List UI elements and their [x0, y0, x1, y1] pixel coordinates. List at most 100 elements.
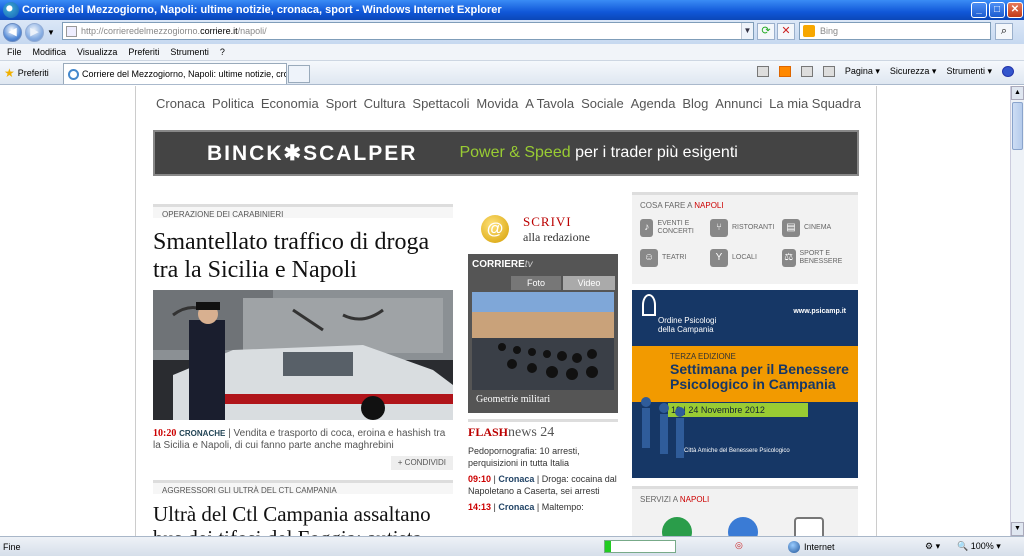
nav-cultura[interactable]: Cultura	[364, 96, 406, 111]
condividi-button[interactable]: + CONDIVIDI	[390, 456, 453, 470]
tab-video[interactable]: Video	[563, 276, 615, 290]
nav-la-mia-squadra[interactable]: La mia Squadra	[769, 96, 861, 111]
nav-blog[interactable]: Blog	[682, 96, 708, 111]
nav-annunci[interactable]: Annunci	[715, 96, 762, 111]
globe-service-icon[interactable]	[728, 517, 758, 536]
refresh-icon[interactable]: ⟳	[757, 23, 775, 40]
cat-locali[interactable]: Y LOCALI	[710, 249, 757, 267]
story-meta: 10:20 CRONACHE | Vendita e trasporto di …	[153, 428, 446, 451]
story-headline[interactable]: Smantellato traffico di droga tra la Sic…	[153, 228, 453, 284]
back-button[interactable]: ◀	[3, 22, 22, 42]
history-dropdown-icon[interactable]: ▼	[47, 28, 55, 37]
cat-teatri[interactable]: ☺ TEATRI	[640, 249, 686, 267]
vertical-scrollbar[interactable]: ▲ ▼	[1010, 86, 1024, 536]
tv-thumbnail[interactable]	[472, 292, 614, 390]
maximize-button[interactable]: □	[989, 2, 1005, 18]
nav-agenda[interactable]: Agenda	[631, 96, 676, 111]
minimize-button[interactable]: _	[971, 2, 987, 18]
share-row: + CONDIVIDI	[153, 456, 453, 470]
stop-icon[interactable]: ✕	[777, 23, 795, 40]
ad-slogan-a: Power & Speed	[459, 144, 571, 161]
nav-movida[interactable]: Movida	[476, 96, 518, 111]
nav-a-tavola[interactable]: A Tavola	[525, 96, 574, 111]
nav-cronaca[interactable]: Cronaca	[156, 96, 205, 111]
forward-button[interactable]: ▶	[25, 22, 44, 42]
address-dropdown-icon[interactable]: ▼	[741, 23, 753, 39]
scroll-up-icon[interactable]: ▲	[1011, 86, 1024, 100]
cat-label: TEATRI	[662, 254, 687, 261]
flash-item-time: 09:10	[468, 474, 492, 484]
psicologi-ad[interactable]: Ordine Psicologi della Campania www.psic…	[632, 290, 858, 478]
address-bar[interactable]: http://corrieredelmezzogiorno. corriere.i…	[62, 22, 754, 40]
nav-spettacoli[interactable]: Spettacoli	[412, 96, 469, 111]
open-sign-icon[interactable]	[794, 517, 824, 536]
cat-cinema[interactable]: ▤ CINEMA	[782, 219, 831, 237]
menu-bar: File Modifica Visualizza Preferiti Strum…	[0, 44, 1024, 61]
main-column: OPERAZIONE DEI CARABINIERI Smantellato t…	[153, 204, 453, 536]
scrivi-subtitle: alla redazione	[523, 229, 590, 244]
flash-item[interactable]: 09:10 | Cronaca | Droga: cocaina dal Nap…	[468, 473, 618, 497]
tv-logo-text: CORRIERE	[472, 259, 525, 270]
url-domain: corriere.it	[200, 26, 238, 36]
search-input[interactable]: Bing	[799, 22, 991, 40]
ad-footer: Città Amiche del Benessere Psicologico	[684, 448, 790, 454]
silhouettes-graphic	[641, 397, 685, 458]
story-photo[interactable]	[153, 290, 453, 420]
security-zone[interactable]: Internet	[788, 541, 835, 553]
favorites-label: Preferiti	[17, 68, 49, 78]
pagina-menu[interactable]: Pagina ▾	[845, 66, 880, 77]
tab-title: Corriere del Mezzogiorno, Napoli: ultime…	[82, 69, 287, 79]
scrivi-title: SCRIVI	[523, 213, 572, 229]
menu-help[interactable]: ?	[220, 47, 225, 57]
cat-label: RISTORANTI	[732, 224, 775, 231]
flash-item-text: Maltempo:	[541, 502, 584, 512]
search-icon[interactable]: ⌕	[995, 23, 1013, 40]
dumbbell-icon: ⚖	[782, 249, 796, 267]
cat-eventi[interactable]: ♪ EVENTI E CONCERTI	[640, 219, 710, 237]
pharmacy-icon[interactable]	[662, 517, 692, 536]
new-tab-button[interactable]	[288, 65, 310, 83]
mail-icon[interactable]	[800, 66, 813, 77]
search-placeholder: Bing	[820, 26, 839, 36]
tv-caption[interactable]: Geometrie militari	[476, 394, 550, 405]
nav-sociale[interactable]: Sociale	[581, 96, 624, 111]
scroll-down-icon[interactable]: ▼	[1011, 522, 1024, 536]
cat-label: SPORT E BENESSERE	[799, 250, 843, 265]
cat-sport[interactable]: ⚖ SPORT E BENESSERE	[782, 249, 856, 267]
sicurezza-menu[interactable]: Sicurezza ▾	[890, 66, 937, 77]
loading-icon	[68, 68, 79, 80]
home-icon[interactable]	[756, 66, 769, 77]
menu-file[interactable]: File	[7, 47, 22, 57]
menu-preferiti[interactable]: Preferiti	[128, 47, 159, 57]
flash-item[interactable]: Pedopornografia: 10 arresti, perquisizio…	[468, 445, 618, 469]
nav-sport[interactable]: Sport	[326, 96, 357, 111]
protected-mode-icon[interactable]: ⚙ ▾	[925, 541, 940, 552]
menu-visualizza[interactable]: Visualizza	[77, 47, 117, 57]
story-kicker: OPERAZIONE DEI CARABINIERI	[153, 204, 453, 219]
help-icon[interactable]	[1002, 66, 1014, 77]
strumenti-menu[interactable]: Strumenti ▾	[946, 66, 992, 77]
story-category[interactable]: CRONACHE	[179, 429, 225, 438]
binck-ad-banner[interactable]: BINCK✱SCALPER Power & Speed per i trader…	[153, 130, 859, 176]
cat-label: EVENTI E CONCERTI	[657, 220, 694, 235]
zoom-control[interactable]: 🔍 100% ▾	[957, 541, 1001, 552]
story2-headline[interactable]: Ultrà del Ctl Campania assaltano bus dei…	[153, 502, 453, 536]
print-icon[interactable]	[822, 66, 835, 77]
favorites-button[interactable]: ★ Preferiti	[4, 66, 49, 80]
scroll-thumb[interactable]	[1012, 102, 1023, 150]
rss-icon[interactable]	[778, 66, 791, 77]
tab-foto[interactable]: Foto	[511, 276, 561, 290]
browser-tab[interactable]: Corriere del Mezzogiorno, Napoli: ultime…	[63, 63, 287, 84]
nav-economia[interactable]: Economia	[261, 96, 319, 111]
close-window-button[interactable]: ✕	[1007, 2, 1023, 18]
scrivi-box[interactable]: @ SCRIVI alla redazione	[463, 204, 618, 254]
ad-slogan: Power & Speed per i trader più esigenti	[459, 144, 737, 162]
cat-ristoranti[interactable]: ⑂ RISTORANTI	[710, 219, 774, 237]
nav-politica[interactable]: Politica	[212, 96, 254, 111]
at-icon: @	[481, 215, 509, 243]
menu-strumenti[interactable]: Strumenti	[170, 47, 209, 57]
popup-blocker-icon[interactable]: ◎	[735, 540, 743, 551]
flash-item[interactable]: 14:13 | Cronaca | Maltempo:	[468, 501, 618, 513]
menu-modifica[interactable]: Modifica	[33, 47, 67, 57]
parade-photo	[472, 292, 614, 390]
